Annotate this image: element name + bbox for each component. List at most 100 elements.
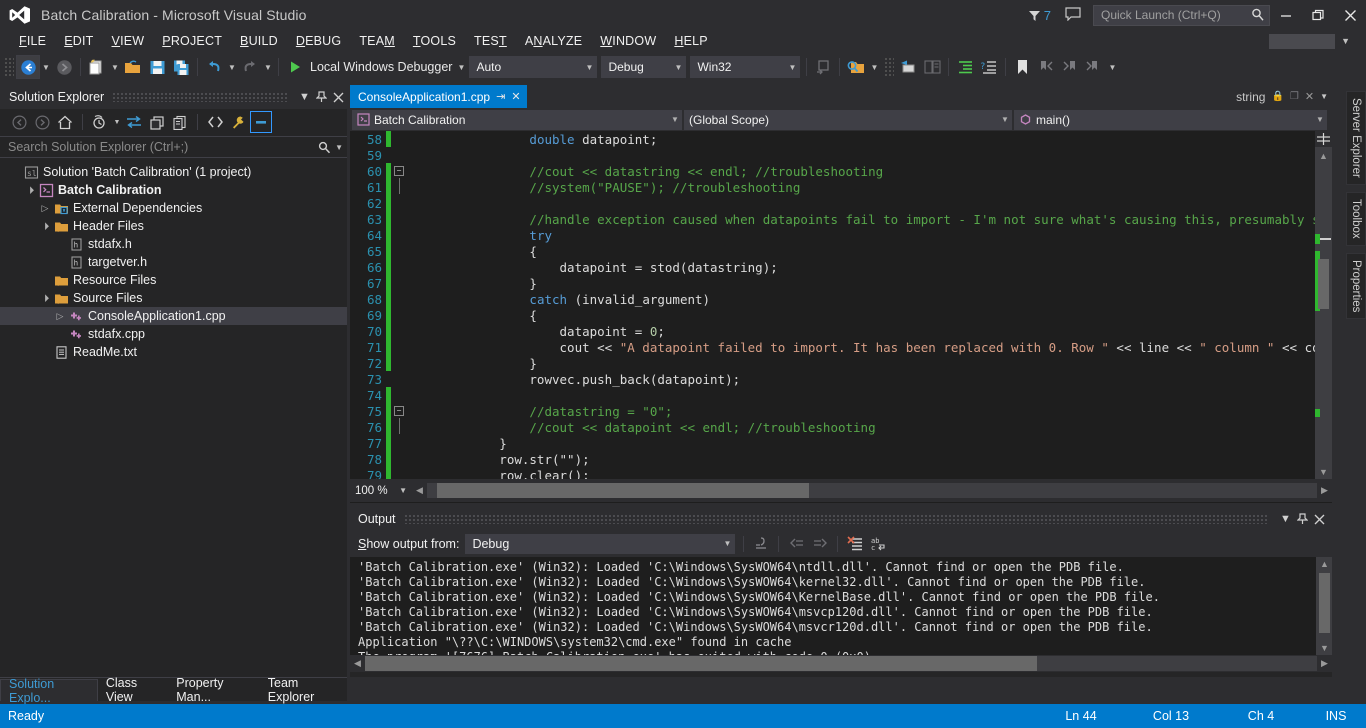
editor-vertical-scrollbar[interactable]: ▲ ▼ [1315,131,1332,479]
sync-with-active-document-icon[interactable] [123,111,145,133]
tree-item[interactable]: ReadMe.txt [0,343,347,361]
scroll-left-arrow-icon[interactable]: ◀ [412,485,427,496]
chevron-expanded-icon[interactable]: ◢ [22,182,38,198]
scroll-down-arrow-icon[interactable]: ▼ [1320,643,1329,653]
redo-icon[interactable] [238,55,262,79]
preview-selected-items-icon[interactable] [250,111,272,133]
restore-button[interactable] [1302,0,1334,30]
undo-icon[interactable] [202,55,226,79]
search-icon[interactable] [318,141,331,154]
pin-icon[interactable] [313,87,330,107]
clear-all-icon[interactable] [843,532,867,556]
tree-item[interactable]: ◢Source Files [0,289,347,307]
attach-to-process-icon[interactable] [811,55,835,79]
pin-icon[interactable]: ⇥ [496,90,505,103]
save-all-icon[interactable] [169,55,193,79]
open-file-icon[interactable] [121,55,145,79]
properties-wrench-icon[interactable] [227,111,249,133]
find-in-files-icon[interactable] [844,55,868,79]
chevron-expanded-icon[interactable]: ◢ [37,290,53,306]
menu-debug[interactable]: DEBUG [287,32,350,50]
tree-item[interactable]: ▷External Dependencies [0,199,347,217]
navbar-project-combo[interactable]: Batch Calibration ▼ [352,110,682,130]
menu-project[interactable]: PROJECT [153,32,231,50]
find-message-icon[interactable] [749,532,773,556]
toolbar-grip[interactable] [4,57,14,77]
toolbar-overflow-icon[interactable]: ▼ [1106,55,1118,79]
lock-icon[interactable]: 🔒 [1271,91,1283,102]
undo-dropdown-icon[interactable]: ▼ [226,55,238,79]
toggle-word-wrap-icon[interactable]: ab c [867,532,891,556]
code-text-area[interactable]: 58 double datapoint;5960− //cout << data… [350,131,1332,479]
chevron-expanded-icon[interactable]: ◢ [37,218,53,234]
previous-bookmark-icon[interactable] [1034,55,1058,79]
editor-horizontal-scrollbar[interactable] [427,483,1317,498]
menu-help[interactable]: HELP [665,32,716,50]
close-icon[interactable]: ✕ [511,90,520,103]
collapse-region-icon[interactable]: − [391,406,407,416]
tree-item[interactable]: ▷ConsoleApplication1.cpp [0,307,347,325]
chevron-collapsed-icon[interactable]: ▷ [38,203,52,214]
new-project-icon[interactable] [85,55,109,79]
close-icon[interactable] [1311,509,1328,529]
editor-scroll-thumb[interactable] [1318,259,1329,309]
close-button[interactable] [1334,0,1366,30]
editor-tab-consoleapplication1[interactable]: ConsoleApplication1.cpp ⇥ ✕ [350,85,527,108]
menu-build[interactable]: BUILD [231,32,287,50]
scroll-up-arrow-icon[interactable]: ▲ [1320,559,1329,569]
tree-item[interactable]: stdafx.cpp [0,325,347,343]
scroll-down-arrow-icon[interactable]: ▼ [1319,467,1328,477]
panel-drag-dots[interactable] [112,92,288,102]
go-to-previous-message-icon[interactable] [784,532,808,556]
tree-item[interactable]: hstdafx.h [0,235,347,253]
navigate-back-dropdown-icon[interactable]: ▼ [40,55,52,79]
start-debug-play-icon[interactable] [283,55,307,79]
step-into-icon[interactable] [896,55,920,79]
back-icon[interactable] [8,111,30,133]
output-text-area[interactable]: 'Batch Calibration.exe' (Win32): Loaded … [350,557,1332,655]
vertical-tab-server-explorer[interactable]: Server Explorer [1346,91,1366,185]
close-icon[interactable]: ✕ [1305,90,1314,103]
start-debug-dropdown-icon[interactable]: ▼ [455,55,467,79]
save-icon[interactable] [145,55,169,79]
editor-split-handle[interactable] [1315,131,1332,147]
navbar-member-combo[interactable]: main() ▼ [1014,110,1327,130]
quick-launch-input[interactable]: Quick Launch (Ctrl+Q) [1093,5,1270,26]
dock-tab-property-man[interactable]: Property Man... [168,679,260,701]
navigate-back-icon[interactable] [16,55,40,79]
vertical-tab-properties[interactable]: Properties [1346,253,1366,319]
menu-edit[interactable]: EDIT [55,32,102,50]
dock-tab-solution-explo[interactable]: Solution Explo... [0,679,98,701]
new-project-dropdown-icon[interactable]: ▼ [109,55,121,79]
bookmark-icon[interactable] [1010,55,1034,79]
collapse-region-icon[interactable]: − [391,166,407,176]
chevron-down-icon[interactable]: ▼ [1320,92,1328,101]
output-horizontal-scrollbar[interactable] [365,656,1317,671]
feedback-speech-bubble-icon[interactable] [1065,7,1081,24]
scroll-left-arrow-icon[interactable]: ◀ [350,658,365,669]
toolbar-grip-2[interactable] [884,57,894,77]
go-to-next-message-icon[interactable] [808,532,832,556]
clear-bookmarks-icon[interactable] [1082,55,1106,79]
show-all-files-icon[interactable] [169,111,191,133]
chevron-down-icon[interactable]: ▼ [1277,509,1294,529]
refresh-icon[interactable] [146,111,168,133]
compare-files-icon[interactable] [920,55,944,79]
dock-tab-team-explorer[interactable]: Team Explorer [260,679,347,701]
chevron-down-icon[interactable]: ▼ [335,143,343,152]
scroll-up-arrow-icon[interactable]: ▲ [1319,151,1328,161]
panel-drag-dots[interactable] [404,514,1269,524]
redo-dropdown-icon[interactable]: ▼ [262,55,274,79]
account-badge[interactable] [1269,34,1335,49]
navigate-forward-icon[interactable] [52,55,76,79]
next-bookmark-icon[interactable] [1058,55,1082,79]
scroll-right-arrow-icon[interactable]: ▶ [1317,485,1332,496]
scroll-right-arrow-icon[interactable]: ▶ [1317,658,1332,669]
editor-zoom-combo[interactable]: 100 % ▼ [350,482,412,500]
comment-icon[interactable]: ? [977,55,1001,79]
dock-tab-class-view[interactable]: Class View [98,679,168,701]
vertical-tab-toolbox[interactable]: Toolbox [1346,192,1366,246]
chevron-collapsed-icon[interactable]: ▷ [53,311,67,322]
configuration-combo[interactable]: Debug ▼ [601,56,686,78]
menu-file[interactable]: FILE [10,32,55,50]
